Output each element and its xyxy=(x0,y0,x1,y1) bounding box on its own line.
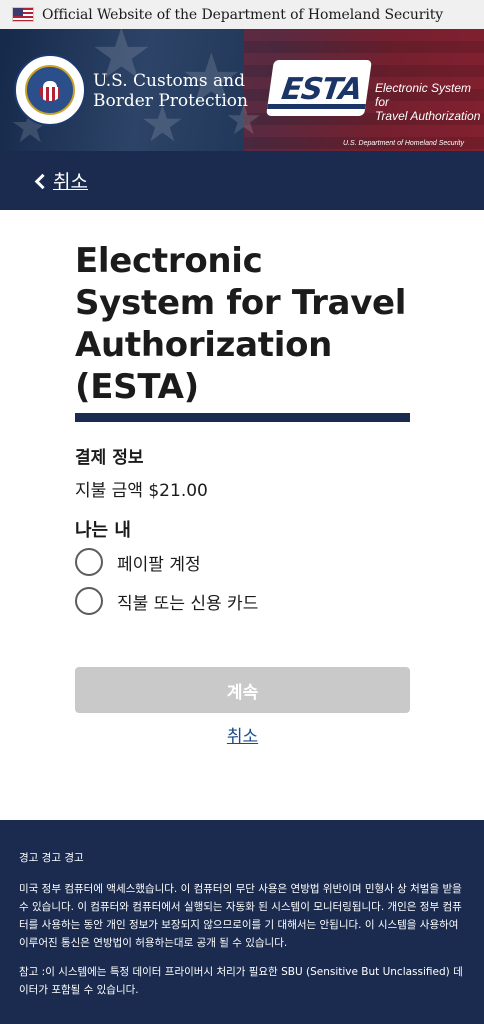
card-radio[interactable] xyxy=(75,587,103,615)
back-cancel-label: 취소 xyxy=(53,171,88,193)
page-title: Electronic System for Travel Authorizati… xyxy=(75,241,407,407)
site-header: ★ ★ ★ ★ ★ U.S. Customs and Border Protec… xyxy=(0,29,484,151)
official-banner-text: Official Website of the Department of Ho… xyxy=(42,6,444,23)
dhs-seal-icon xyxy=(14,54,86,126)
option-paypal[interactable]: 페이팔 계정 xyxy=(75,548,201,576)
agency-name: U.S. Customs and Border Protection xyxy=(93,71,248,111)
sbu-note: 참고 :이 시스템에는 특정 데이터 프라이버시 처리가 필요한 SBU (Se… xyxy=(19,966,463,996)
card-label: 직불 또는 신용 카드 xyxy=(117,593,259,614)
option-card[interactable]: 직불 또는 신용 카드 xyxy=(75,587,258,615)
chevron-left-icon xyxy=(34,173,51,189)
title-divider xyxy=(75,413,410,422)
warning-footer: 경고 경고 경고 미국 정부 컴퓨터에 액세스했습니다. 이 컴퓨터의 무단 사… xyxy=(0,820,484,1024)
payment-amount: 지불 금액 $21.00 xyxy=(75,481,208,501)
payment-form: Electronic System for Travel Authorizati… xyxy=(75,240,410,747)
payment-method-question: 나는 내 xyxy=(75,520,131,541)
warning-text: 미국 정부 컴퓨터에 액세스했습니다. 이 컴퓨터의 무단 사용은 연방법 위반… xyxy=(19,883,462,949)
back-cancel-link[interactable]: 취소 xyxy=(34,167,88,194)
esta-department: U.S. Department of Homeland Security xyxy=(343,140,464,147)
cancel-link[interactable]: 취소 xyxy=(75,722,410,747)
esta-logo-word: ESTA xyxy=(279,72,364,107)
esta-logo: ESTA xyxy=(266,60,372,116)
warning-title: 경고 경고 경고 xyxy=(19,852,84,864)
esta-subtitle: Electronic System for Travel Authorizati… xyxy=(375,81,481,123)
us-flag-icon xyxy=(12,7,34,22)
paypal-radio[interactable] xyxy=(75,548,103,576)
continue-button[interactable]: 계속 xyxy=(75,667,410,713)
official-banner: Official Website of the Department of Ho… xyxy=(0,0,484,29)
paypal-label: 페이팔 계정 xyxy=(117,554,201,575)
nav-bar: 취소 xyxy=(0,151,484,210)
payment-info-heading: 결제 정보 xyxy=(75,448,144,468)
